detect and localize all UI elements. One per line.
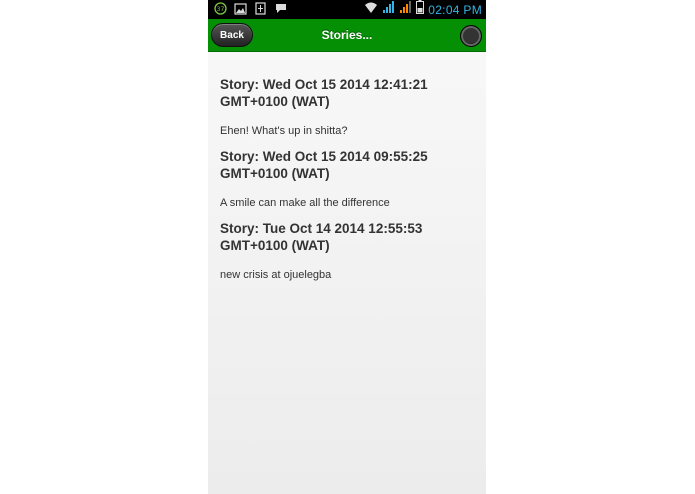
list-item: Story: Wed Oct 15 2014 12:41:21 GMT+0100… (220, 76, 478, 138)
notification-count-icon: 37 (214, 2, 227, 15)
app-header: Stories... Back (208, 19, 486, 52)
story-body: new crisis at ojuelegba (220, 269, 332, 281)
battery-icon (416, 0, 425, 19)
list-item: Story: Tue Oct 14 2014 12:55:53 GMT+0100… (220, 220, 478, 282)
list-item: Story: Wed Oct 15 2014 09:55:25 GMT+0100… (220, 148, 478, 210)
story-body: A smile can make all the difference (220, 197, 390, 209)
notification-badge: 37 (217, 6, 225, 13)
signal-icon-2 (399, 0, 412, 19)
status-notifications: 37 (214, 2, 287, 15)
story-body: Ehen! What's up in shitta? (220, 125, 348, 137)
signal-icon (382, 0, 395, 19)
status-time: 02:04 PM (428, 2, 482, 17)
menu-button[interactable] (460, 25, 482, 47)
image-icon (234, 2, 247, 15)
phone-screen: 37 02:04 PM Stories... Back Story: Wed O… (208, 0, 486, 494)
story-title: Story: Tue Oct 14 2014 12:55:53 GMT+0100… (220, 221, 423, 253)
stories-list: Story: Wed Oct 15 2014 12:41:21 GMT+0100… (220, 76, 478, 292)
wifi-icon (364, 1, 378, 19)
message-icon (274, 2, 287, 15)
back-button[interactable]: Back (211, 23, 253, 47)
story-title: Story: Wed Oct 15 2014 12:41:21 GMT+0100… (220, 77, 428, 109)
sim-card-icon (254, 2, 267, 15)
status-bar: 37 02:04 PM (208, 0, 486, 19)
status-system: 02:04 PM (364, 0, 482, 19)
story-title: Story: Wed Oct 15 2014 09:55:25 GMT+0100… (220, 149, 428, 181)
